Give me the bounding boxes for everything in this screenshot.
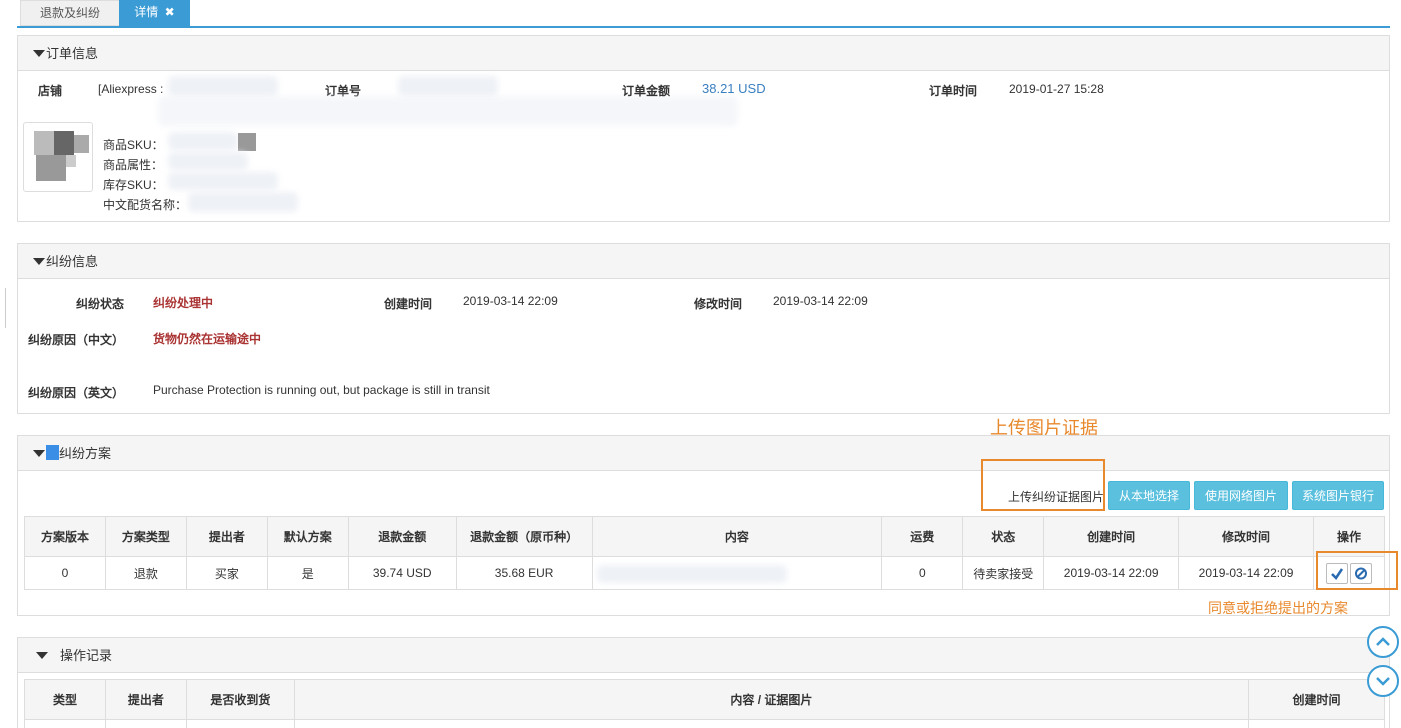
chevron-down-icon [1376,677,1390,686]
dispute-info-header[interactable]: 纠纷信息 [18,244,1389,279]
reason-en-label: 纠纷原因（英文） [28,386,125,400]
log-col-created: 创建时间 [1248,679,1385,720]
plan-panel: 纠纷方案 上传纠纷证据图片 从本地选择 使用网络图片 系统图片银行 方案版本 方… [17,435,1390,616]
log-header[interactable]: 操作记录 [18,638,1389,673]
col-refund-orig: 退款金额（原币种） [455,516,593,557]
content-cell [591,556,883,590]
plan-table: 方案版本 方案类型 提出者 默认方案 退款金额 退款金额（原币种） 内容 运费 … [24,516,1385,590]
redacted-cn-name [188,192,298,212]
collapse-triangle-icon [33,258,45,265]
amount-label: 订单金额 [622,84,671,98]
log-col-type: 类型 [24,679,106,720]
action-hint-annotation: 同意或拒绝提出的方案 [1208,600,1348,616]
col-proposer: 提出者 [185,516,268,557]
log-table: 类型 提出者 是否收到货 内容 / 证据图片 创建时间 [24,679,1385,728]
dispute-info-panel: 纠纷信息 纠纷状态 纠纷处理中 创建时间 2019-03-14 22:09 修改… [17,243,1390,414]
shop-value: [Aliexpress : [98,82,164,96]
reason-cn-label: 纠纷原因（中文） [28,333,125,347]
local-select-button[interactable]: 从本地选择 [1108,481,1190,510]
col-created: 创建时间 [1043,516,1180,557]
plan-header[interactable]: 纠纷方案 [18,436,1389,471]
col-type: 方案类型 [104,516,187,557]
log-col-received: 是否收到货 [185,679,295,720]
dispute-modified-label: 修改时间 [694,297,743,311]
reason-en-value: Purchase Protection is running out, but … [153,383,490,397]
shop-label: 店铺 [38,84,63,98]
product-thumbnail[interactable] [23,122,93,192]
tab-detail[interactable]: 详情 ✖ [119,0,190,27]
col-version: 方案版本 [24,516,106,557]
sku-label: 商品SKU： [103,138,164,152]
log-col-content: 内容 / 证据图片 [293,679,1250,720]
col-shipping: 运费 [881,516,964,557]
action-highlight-box [1316,551,1398,590]
order-info-header[interactable]: 订单信息 [18,36,1389,71]
cn-name-label: 中文配货名称： [103,198,188,212]
tab-refund-dispute[interactable]: 退款及纠纷 [20,0,120,26]
log-col-proposer: 提出者 [104,679,187,720]
selection-marker [46,445,59,460]
dispute-modified-value: 2019-03-14 22:09 [773,294,868,308]
web-image-button[interactable]: 使用网络图片 [1194,481,1288,510]
col-status: 状态 [962,516,1045,557]
table-row: 0 退款 买家 是 39.74 USD 35.68 EUR 0 待卖家接受 20… [24,556,1385,590]
collapse-triangle-icon [33,450,45,457]
scroll-down-button[interactable] [1367,665,1399,697]
col-refund: 退款金额 [347,516,457,557]
redacted-stock-sku [168,172,278,190]
table-row [24,719,1385,728]
chevron-up-icon [1376,637,1390,646]
attr-label: 商品属性： [103,158,164,172]
dispute-status-label: 纠纷状态 [76,297,125,311]
col-default: 默认方案 [266,516,349,557]
redacted-content [596,565,787,583]
redacted-order-no [398,76,498,96]
col-modified: 修改时间 [1178,516,1314,557]
dispute-created-label: 创建时间 [384,297,433,311]
redacted-strip [158,96,738,126]
redacted-attr [168,152,248,170]
col-content: 内容 [591,516,883,557]
close-icon[interactable]: ✖ [165,5,175,19]
order-time-label: 订单时间 [929,84,978,98]
dispute-status-value: 纠纷处理中 [153,296,214,310]
side-collapse-handle[interactable] [0,288,6,328]
image-bank-button[interactable]: 系统图片银行 [1292,481,1384,510]
redacted-shop [168,76,278,96]
collapse-triangle-icon [36,652,48,659]
upload-highlight-box [981,459,1105,511]
redacted-sku [168,132,238,150]
tab-bar: 退款及纠纷 详情 ✖ [17,0,1390,28]
reason-cn-value: 货物仍然在运输途中 [153,332,262,346]
sku-thumb [238,133,256,151]
dispute-created-value: 2019-03-14 22:09 [463,294,558,308]
stock-sku-label: 库存SKU： [103,178,164,192]
scroll-up-button[interactable] [1367,626,1399,658]
order-time-value: 2019-01-27 15:28 [1009,82,1104,96]
amount-value: 38.21 USD [702,81,766,96]
order-info-panel: 订单信息 店铺 [Aliexpress : 订单号 订单金额 38.21 USD… [17,35,1390,222]
collapse-triangle-icon [33,50,45,57]
log-panel: 操作记录 类型 提出者 是否收到货 内容 / 证据图片 创建时间 [17,637,1390,728]
